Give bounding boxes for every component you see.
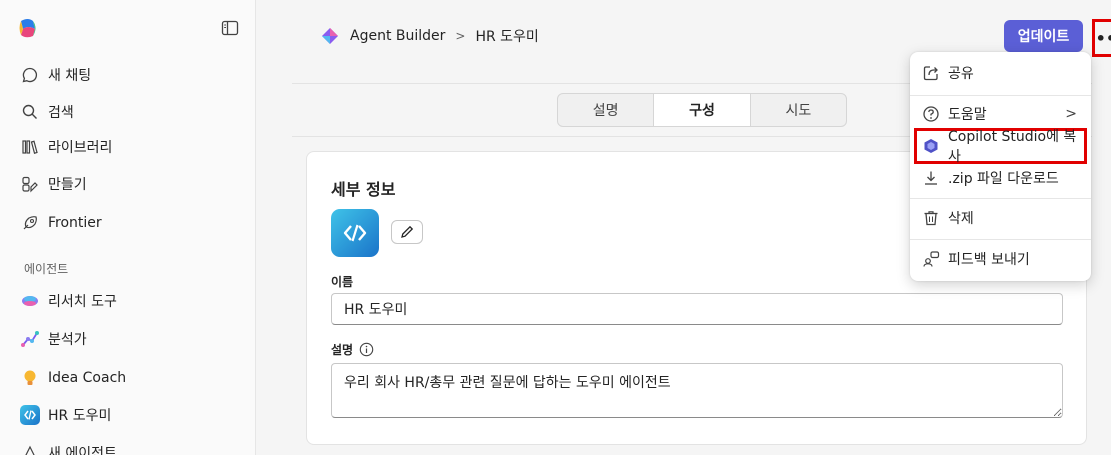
menu-item-label: 도움말 xyxy=(948,107,987,123)
library-icon xyxy=(20,137,40,157)
sidebar-item-analyst[interactable]: 분석가 xyxy=(10,322,244,356)
more-options-menu: 공유 도움말 > Copilot Studio에 복사 .zip 파일 다운로드… xyxy=(910,52,1091,281)
code-agent-icon xyxy=(20,405,40,425)
sidebar-item-label: 분석가 xyxy=(48,332,87,348)
sidebar-toggle-icon[interactable] xyxy=(221,19,239,37)
name-input[interactable] xyxy=(331,293,1063,325)
sidebar-item-research-tool[interactable]: 리서치 도구 xyxy=(10,284,244,318)
name-label: 이름 xyxy=(331,273,353,290)
pencil-icon xyxy=(399,224,415,240)
agents-section-label: 에이전트 xyxy=(24,262,69,276)
download-icon xyxy=(922,169,940,187)
sidebar-item-label: 만들기 xyxy=(48,177,87,193)
menu-item-label: 삭제 xyxy=(948,211,974,227)
lightbulb-icon xyxy=(20,368,40,388)
sidebar-item-label: Frontier xyxy=(48,215,102,231)
breadcrumb-current: HR 도우미 xyxy=(475,29,539,45)
sidebar-item-label: Idea Coach xyxy=(48,370,127,386)
sidebar-item-label: 새 채팅 xyxy=(48,68,92,84)
tab-try[interactable]: 시도 xyxy=(751,94,846,126)
menu-item-delete[interactable]: 삭제 xyxy=(914,202,1087,234)
help-icon xyxy=(922,105,940,123)
sidebar-item-create[interactable]: 만들기 xyxy=(10,167,244,201)
agent-avatar-icon xyxy=(331,209,379,257)
description-label-text: 설명 xyxy=(331,343,354,357)
edit-avatar-button[interactable] xyxy=(391,220,423,244)
menu-item-label: .zip 파일 다운로드 xyxy=(948,171,1059,187)
update-button[interactable]: 업데이트 xyxy=(1004,20,1083,52)
menu-item-label: 공유 xyxy=(948,66,974,82)
sidebar-item-library[interactable]: 라이브러리 xyxy=(10,130,244,164)
analyst-icon xyxy=(20,329,40,349)
more-options-button[interactable]: ••• xyxy=(1092,19,1111,57)
info-icon[interactable] xyxy=(359,342,374,357)
trash-icon xyxy=(922,209,940,227)
menu-item-send-feedback[interactable]: 피드백 보내기 xyxy=(914,243,1087,275)
new-agent-icon xyxy=(20,443,40,455)
menu-divider xyxy=(910,239,1091,240)
menu-item-download-zip[interactable]: .zip 파일 다운로드 xyxy=(914,162,1087,194)
menu-item-share[interactable]: 공유 xyxy=(914,57,1087,89)
sidebar-item-label: 새 에이전트 xyxy=(48,446,117,455)
details-title: 세부 정보 xyxy=(331,180,396,199)
research-icon xyxy=(20,291,40,311)
chat-icon xyxy=(20,65,40,85)
copilot-studio-icon xyxy=(922,137,940,155)
menu-item-label: 피드백 보내기 xyxy=(948,252,1030,268)
sidebar-item-label: 리서치 도구 xyxy=(48,294,117,310)
sidebar-item-search[interactable]: 검색 xyxy=(10,95,244,129)
description-label: 설명 xyxy=(331,341,374,358)
feedback-icon xyxy=(922,250,940,268)
sidebar-item-hr-helper[interactable]: HR 도우미 xyxy=(10,398,244,432)
menu-divider xyxy=(910,95,1091,96)
menu-divider xyxy=(910,198,1091,199)
breadcrumb: Agent Builder > HR 도우미 xyxy=(320,26,539,46)
menu-item-label: Copilot Studio에 복사 xyxy=(948,129,1077,165)
tab-bar: 설명 구성 시도 xyxy=(557,93,847,127)
chevron-right-icon: > xyxy=(455,29,466,43)
tab-description[interactable]: 설명 xyxy=(558,94,655,126)
sidebar-item-label: 라이브러리 xyxy=(48,140,113,156)
description-input[interactable]: 우리 회사 HR/총무 관련 질문에 답하는 도우미 에이전트 xyxy=(331,363,1063,418)
menu-item-copy-to-copilot-studio[interactable]: Copilot Studio에 복사 xyxy=(914,128,1087,165)
chevron-right-icon: > xyxy=(1065,106,1077,122)
agent-builder-logo-icon xyxy=(320,26,340,46)
tab-configure[interactable]: 구성 xyxy=(654,94,751,126)
sidebar-item-label: 검색 xyxy=(48,105,74,121)
copilot-logo-icon[interactable] xyxy=(17,17,39,39)
breadcrumb-root[interactable]: Agent Builder xyxy=(350,28,445,44)
sidebar-item-new-chat[interactable]: 새 채팅 xyxy=(10,58,244,92)
sidebar-item-new-agent[interactable]: 새 에이전트 xyxy=(10,436,244,455)
create-icon xyxy=(20,174,40,194)
frontier-icon xyxy=(20,213,40,233)
sidebar-item-idea-coach[interactable]: Idea Coach xyxy=(10,361,244,395)
sidebar-item-frontier[interactable]: Frontier xyxy=(10,206,244,240)
sidebar: 새 채팅 검색 라이브러리 만들기 Frontier 에이전트 리서치 도구 분… xyxy=(0,0,256,455)
name-label-text: 이름 xyxy=(331,275,354,289)
sidebar-item-label: HR 도우미 xyxy=(48,408,112,424)
search-icon xyxy=(20,102,40,122)
share-icon xyxy=(922,64,940,82)
